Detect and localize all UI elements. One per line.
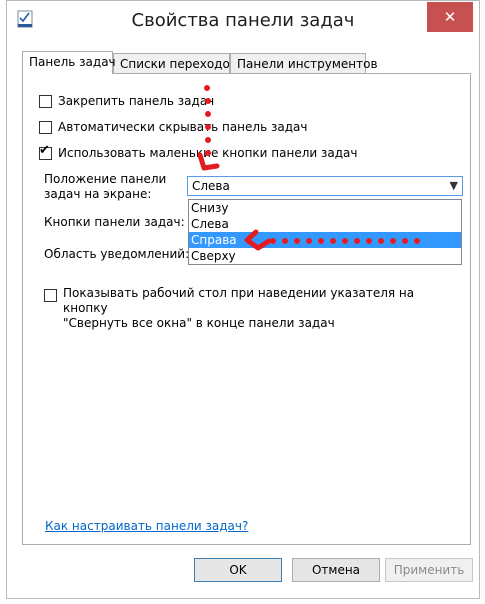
notification-area-label: Область уведомлений: (44, 247, 190, 261)
apply-button-label: Применить (393, 563, 465, 577)
peek-checkbox[interactable] (44, 289, 57, 302)
cancel-button[interactable]: Отмена (292, 558, 380, 582)
annotation-dot (205, 137, 211, 143)
apply-button[interactable]: Применить (385, 558, 473, 582)
annotation-dot (282, 238, 288, 244)
position-option-bottom[interactable]: Снизу (189, 200, 461, 216)
close-button[interactable]: ✕ (427, 2, 473, 32)
window-title: Свойства панели задач (131, 10, 355, 31)
small-buttons-checkbox[interactable]: ✔ (39, 142, 52, 160)
taskbar-properties-window: Свойства панели задач ✕ Панель задач Спи… (6, 0, 480, 599)
tab-jump-lists-label: Списки переходов (120, 57, 237, 71)
annotation-dot (205, 111, 211, 117)
peek-label: Показывать рабочий стол при наведении ук… (63, 286, 454, 331)
lock-taskbar-label: Закрепить панель задач (58, 94, 215, 108)
position-option-left[interactable]: Слева (189, 216, 461, 232)
position-option-top[interactable]: Сверху (189, 248, 461, 264)
peek-label-line2: "Свернуть все окна" в конце панели задач (63, 316, 335, 330)
annotation-dot (378, 238, 384, 244)
autohide-checkbox[interactable] (39, 120, 52, 134)
autohide-option[interactable]: Автоматически скрывать панель задач (39, 118, 307, 136)
lock-taskbar-checkbox[interactable] (39, 94, 52, 108)
position-options-list: Снизу Слева Справа Сверху (188, 199, 462, 265)
annotation-dot (306, 238, 312, 244)
annotation-dot (390, 238, 396, 244)
chevron-down-icon: ▼ (449, 179, 458, 192)
taskbar-tab-panel: Закрепить панель задач Автоматически скр… (22, 73, 471, 545)
ok-button-label: OK (229, 563, 247, 577)
checkmark-icon: ✔ (39, 142, 50, 158)
tab-taskbar-label: Панель задач (29, 55, 116, 69)
annotation-dot (330, 238, 336, 244)
annotation-dot (342, 238, 348, 244)
annotation-dot (294, 238, 300, 244)
tab-taskbar[interactable]: Панель задач (22, 51, 116, 74)
position-label-line2: задач на экране: (44, 187, 152, 201)
position-option-right[interactable]: Справа (189, 232, 461, 248)
ok-button[interactable]: OK (194, 558, 282, 582)
annotation-dot (205, 124, 211, 130)
position-label-line1: Положение панели (44, 172, 167, 186)
autohide-label: Автоматически скрывать панель задач (58, 120, 308, 134)
peek-label-line1: Показывать рабочий стол при наведении ук… (63, 286, 415, 315)
annotation-dot (402, 238, 408, 244)
lock-taskbar-option[interactable]: Закрепить панель задач (39, 92, 214, 110)
close-icon: ✕ (443, 8, 457, 26)
annotation-dot (354, 238, 360, 244)
help-link[interactable]: Как настраивать панели задач? (45, 519, 248, 533)
annotation-dot (318, 238, 324, 244)
annotation-arrow-down-icon (197, 152, 220, 171)
position-dropdown[interactable]: Слева ▼ (187, 176, 463, 196)
title-bar: Свойства панели задач ✕ (7, 1, 479, 45)
annotation-dot (204, 85, 210, 91)
annotation-arrow-left-icon (244, 229, 272, 251)
tab-toolbars-label: Панели инструментов (237, 57, 378, 71)
annotation-dot (366, 238, 372, 244)
taskbar-buttons-label: Кнопки панели задач: (44, 215, 185, 229)
tab-toolbars[interactable]: Панели инструментов (230, 53, 378, 73)
annotation-dot (205, 98, 211, 104)
annotation-dot (414, 238, 420, 244)
position-label: Положение панели задач на экране: (44, 172, 166, 202)
position-dropdown-value: Слева (192, 179, 230, 193)
tab-jump-lists[interactable]: Списки переходов (113, 53, 237, 73)
cancel-button-label: Отмена (311, 563, 361, 577)
